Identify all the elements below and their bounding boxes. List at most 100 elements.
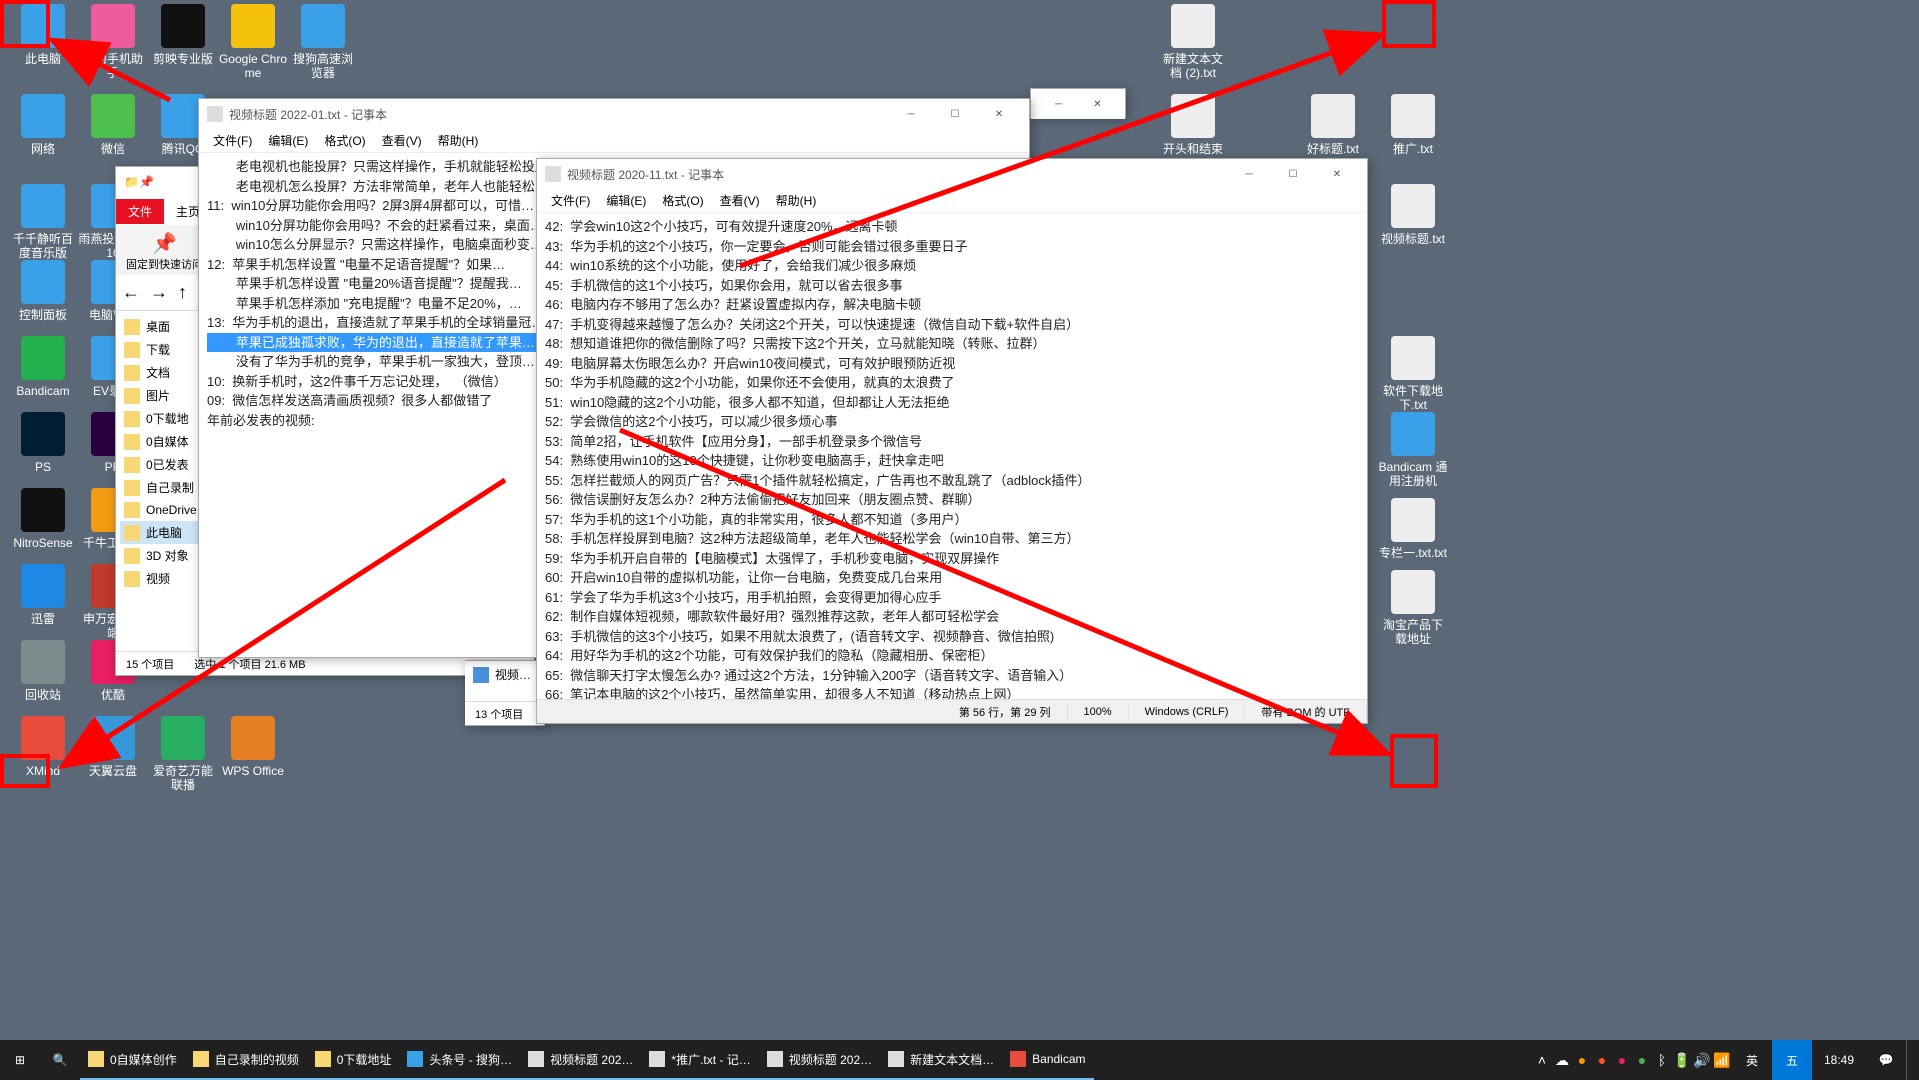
desktop-icon[interactable]: Bandicam 通用注册机: [1378, 412, 1448, 489]
annotation-box-bottom-right: [1390, 734, 1438, 788]
icon-label: 视频标题.txt: [1378, 232, 1448, 246]
status-item-count: 15 个项目: [126, 656, 174, 672]
taskbar-pinned-folder[interactable]: 自己录制的视频: [185, 1040, 307, 1080]
desktop-icon[interactable]: 视频标题.txt: [1378, 184, 1448, 246]
nav-back-button[interactable]: ←: [122, 282, 140, 303]
app-icon: [1391, 184, 1435, 228]
desktop-icon[interactable]: 新建文本文档 (2).txt: [1158, 4, 1228, 81]
menu-item[interactable]: 格式(O): [316, 130, 373, 151]
search-button[interactable]: 🔍: [40, 1040, 80, 1080]
tray-wifi-icon[interactable]: 📶: [1712, 1040, 1732, 1080]
desktop-icon[interactable]: WPS Office: [218, 716, 288, 778]
icon-label: 迅雷: [8, 612, 78, 626]
desktop-icon[interactable]: 天翼云盘: [78, 716, 148, 778]
text-line: 59: 华为手机开启自带的【电脑模式】太强悍了，手机秒变电脑，实现双屏操作: [545, 549, 1359, 569]
maximize-button[interactable]: ☐: [1271, 159, 1315, 189]
desktop-icon[interactable]: 网络: [8, 94, 78, 156]
menu-item[interactable]: 帮助(H): [768, 190, 825, 211]
menu-item[interactable]: 编辑(E): [260, 130, 316, 151]
desktop-icon[interactable]: 迅雷: [8, 564, 78, 626]
titlebar[interactable]: 视频标题 2022-01.txt - 记事本 ─ ☐ ✕: [199, 99, 1029, 129]
desktop-icon[interactable]: 开头和结束: [1158, 94, 1228, 156]
menu-item[interactable]: 文件(F): [205, 130, 260, 151]
menu-item[interactable]: 查看(V): [712, 190, 768, 211]
zoom-level: 100%: [1068, 706, 1129, 718]
show-desktop-button[interactable]: [1906, 1040, 1919, 1080]
taskbar-task[interactable]: 视频标题 202…: [759, 1040, 880, 1080]
app-icon: [528, 1051, 544, 1067]
tray-app-icon[interactable]: ●: [1592, 1040, 1612, 1080]
desktop-icon[interactable]: 淘宝产品下载地址: [1378, 570, 1448, 647]
file-tab[interactable]: 文件: [116, 199, 164, 224]
tray-app-icon[interactable]: ●: [1572, 1040, 1592, 1080]
desktop-icon[interactable]: 剪映专业版: [148, 4, 218, 66]
tray-chevron-icon[interactable]: ˄: [1532, 1040, 1552, 1080]
start-button[interactable]: ⊞: [0, 1040, 40, 1080]
nav-forward-button[interactable]: →: [150, 282, 168, 303]
close-button[interactable]: ✕: [977, 99, 1021, 129]
taskbar-task[interactable]: 视频标题 202…: [520, 1040, 641, 1080]
tray-onedrive-icon[interactable]: ☁: [1552, 1040, 1572, 1080]
tray-app-icon[interactable]: ●: [1612, 1040, 1632, 1080]
app-icon: [21, 412, 65, 456]
desktop-icon[interactable]: 搜狗高速浏览器: [288, 4, 358, 81]
desktop-icon[interactable]: 控制面板: [8, 260, 78, 322]
maximize-button[interactable]: ☐: [933, 99, 977, 129]
icon-label: 千千静听百度音乐版: [8, 232, 78, 261]
tray-volume-icon[interactable]: 🔊: [1692, 1040, 1712, 1080]
taskbar-task[interactable]: *推广.txt - 记…: [641, 1040, 758, 1080]
notifications-button[interactable]: 💬: [1866, 1040, 1906, 1080]
desktop-icon[interactable]: 好标题.txt: [1298, 94, 1368, 156]
desktop-icon[interactable]: 微信: [78, 94, 148, 156]
text-line: 53: 简单2招，让手机软件【应用分身】，一部手机登录多个微信号: [545, 432, 1359, 452]
desktop-icon[interactable]: NitroSense: [8, 488, 78, 550]
tray-battery-icon[interactable]: 🔋: [1672, 1040, 1692, 1080]
clock[interactable]: 18:49: [1812, 1040, 1866, 1080]
ime-mode-button[interactable]: 五: [1772, 1040, 1812, 1080]
nav-up-button[interactable]: ↑: [178, 282, 187, 303]
close-button[interactable]: ✕: [1315, 159, 1359, 189]
taskbar-task[interactable]: 头条号 - 搜狗…: [399, 1040, 520, 1080]
taskbar-pinned-folder[interactable]: 0下载地址: [307, 1040, 400, 1080]
folder-icon: [315, 1051, 331, 1067]
minimize-button[interactable]: ─: [889, 99, 933, 129]
desktop-icon[interactable]: Bandicam: [8, 336, 78, 398]
notepad-window-2: 视频标题 2020-11.txt - 记事本 ─ ☐ ✕ 文件(F)编辑(E)格…: [536, 158, 1368, 724]
menu-item[interactable]: 帮助(H): [430, 130, 487, 151]
taskbar-task[interactable]: Bandicam: [1002, 1040, 1093, 1080]
taskbar-task[interactable]: 新建文本文档…: [880, 1040, 1002, 1080]
pin-to-quick-button[interactable]: 📌固定到快速访问: [120, 229, 209, 274]
tray-app-icon[interactable]: ●: [1632, 1040, 1652, 1080]
desktop-icon[interactable]: 软件下载地下.txt: [1378, 336, 1448, 413]
menu-item[interactable]: 格式(O): [654, 190, 711, 211]
tray-bluetooth-icon[interactable]: ᛒ: [1652, 1040, 1672, 1080]
minimize-button[interactable]: ─: [1227, 159, 1271, 189]
ime-language-button[interactable]: 英: [1732, 1040, 1772, 1080]
icon-label: 天翼云盘: [78, 764, 148, 778]
desktop-icon[interactable]: 爱奇艺万能联播: [148, 716, 218, 793]
desktop-icon[interactable]: Google Chrome: [218, 4, 288, 81]
titlebar[interactable]: 视频标题 2020-11.txt - 记事本 ─ ☐ ✕: [537, 159, 1367, 189]
folder-icon: [124, 480, 140, 496]
desktop-icon[interactable]: 回收站: [8, 640, 78, 702]
text-line: 47: 手机变得越来越慢了怎么办？关闭这2个开关，可以快速提速（微信自动下载+软…: [545, 315, 1359, 335]
menu-item[interactable]: 文件(F): [543, 190, 598, 211]
text-content[interactable]: 42: 学会win10这2个小技巧，可有效提升速度20%，远离卡顿43: 华为手…: [537, 213, 1367, 699]
desktop-icon[interactable]: PS: [8, 412, 78, 474]
desktop-icon[interactable]: 华为手机助手: [78, 4, 148, 81]
folder-icon: [124, 365, 140, 381]
menu-item[interactable]: 编辑(E): [598, 190, 654, 211]
desktop-icon[interactable]: 推广.txt: [1378, 94, 1448, 156]
taskbar-pinned-folder[interactable]: 0自媒体创作: [80, 1040, 185, 1080]
desktop-icon[interactable]: 专栏一.txt.txt: [1378, 498, 1448, 560]
folder-icon: [88, 1051, 104, 1067]
icon-label: NitroSense: [8, 536, 78, 550]
close-button[interactable]: ✕: [1078, 89, 1117, 119]
pin-icon[interactable]: 📌: [139, 175, 154, 189]
file-item[interactable]: 视频…: [467, 663, 542, 686]
minimize-button[interactable]: ─: [1039, 89, 1078, 119]
annotation-box-bottom-left: [0, 754, 50, 788]
menu-item[interactable]: 查看(V): [374, 130, 430, 151]
text-line: 60: 开启win10自带的虚拟机功能，让你一台电脑，免费变成几台来用: [545, 568, 1359, 588]
desktop-icon[interactable]: 千千静听百度音乐版: [8, 184, 78, 261]
